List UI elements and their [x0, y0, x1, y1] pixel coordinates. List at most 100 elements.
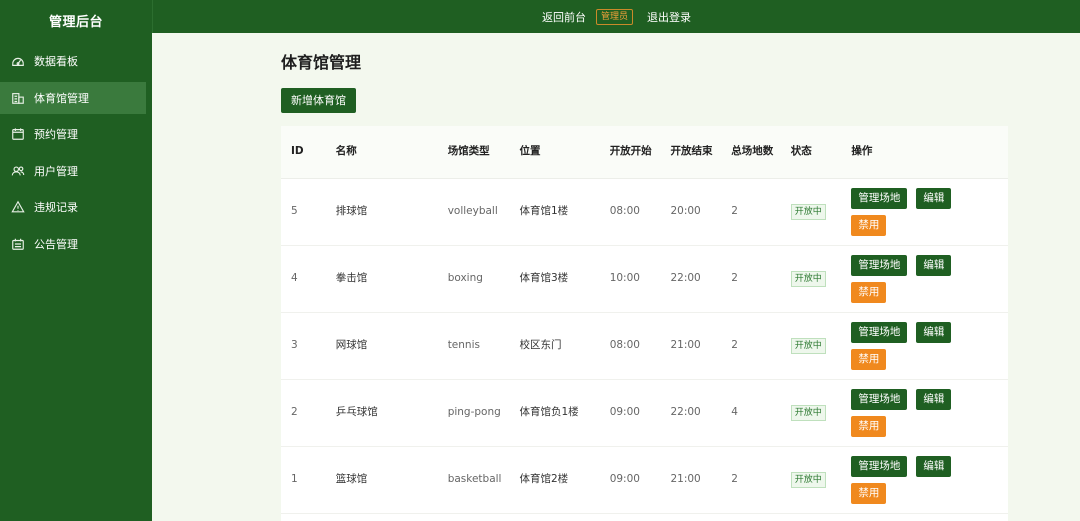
page-title: 体育馆管理 — [281, 53, 362, 72]
sidebar-item-announcements[interactable]: 公告管理 — [0, 228, 146, 260]
cell-id: 1 — [281, 446, 326, 514]
warning-icon — [10, 199, 26, 215]
column-header-location: 位置 — [509, 126, 600, 179]
disable-button[interactable]: 禁用 — [851, 214, 887, 236]
cell-location: 体育馆1楼 — [509, 178, 600, 246]
cell-open-end: 22:00 — [660, 379, 722, 447]
cell-location: 体育馆负1楼 — [509, 379, 600, 447]
disable-button[interactable]: 禁用 — [851, 348, 887, 370]
sidebar-item-label: 违规记录 — [34, 201, 78, 214]
cell-actions: 管理场地 编辑禁用 — [841, 446, 1008, 514]
cell-open-start: 10:00 — [599, 245, 661, 313]
manage-courts-button[interactable]: 管理场地 — [851, 455, 908, 477]
manage-courts-button[interactable]: 管理场地 — [851, 321, 908, 343]
sidebar-menu: 数据看板 体育馆管理 预约管理 用户管理 违规记录 公告管理 — [0, 45, 152, 260]
cell-open-end: 21:00 — [660, 312, 722, 380]
cell-status: 开放中 — [780, 446, 842, 514]
sidebar-item-gym-management[interactable]: 体育馆管理 — [0, 81, 146, 114]
status-badge: 开放中 — [790, 271, 826, 287]
column-header-type: 场馆类型 — [437, 126, 510, 179]
cell-total-courts: 2 — [721, 245, 781, 313]
logout-link[interactable]: 退出登录 — [647, 9, 691, 25]
disable-button[interactable]: 禁用 — [851, 482, 887, 504]
back-to-frontend-link[interactable]: 返回前台 — [542, 9, 586, 25]
table-row: 4 拳击馆 boxing 体育馆3楼 10:00 22:00 2 开放中 管理场地 编辑 禁用 — [281, 245, 1008, 313]
edit-button[interactable]: 编辑 — [916, 455, 952, 477]
edit-button[interactable]: 编辑 — [916, 321, 952, 343]
cell-open-start: 08:00 — [599, 178, 661, 246]
cell-status: 开放中 — [780, 379, 842, 447]
table-body: 5 排球馆 volleyball 体育馆1楼 08:00 20:00 2 开放中 管理场地 编辑禁… — [281, 178, 1008, 514]
sidebar-item-users[interactable]: 用户管理 — [0, 155, 146, 187]
status-badge: 开放中 — [790, 405, 826, 421]
sidebar-item-label: 公告管理 — [34, 237, 78, 251]
row-actions: 管理场地 编辑禁用 — [851, 455, 971, 504]
cell-status: 开放中 — [780, 245, 842, 313]
manage-courts-button[interactable]: 管理场地 — [851, 254, 908, 276]
brand-title: 管理后台 — [48, 14, 103, 30]
row-actions: 管理场地 编辑禁用 — [851, 388, 971, 437]
row-actions: 管理场地 编辑禁用 — [851, 321, 971, 370]
cell-location: 体育馆2楼 — [509, 446, 600, 514]
column-header-actions: 操作 — [841, 126, 1008, 179]
sidebar-item-label: 数据看板 — [34, 55, 78, 68]
cell-total-courts: 2 — [721, 446, 781, 514]
sidebar-item-dashboard[interactable]: 数据看板 — [0, 45, 146, 77]
gym-table: ID 名称 场馆类型 位置 开放开始 开放结束 总场地数 状态 操作 5 排球馆 v… — [281, 126, 1008, 514]
cell-open-end: 20:00 — [660, 178, 722, 246]
cell-location: 体育馆3楼 — [509, 245, 600, 313]
edit-button[interactable]: 编辑 — [916, 254, 952, 276]
table-row: 3 网球馆 tennis 校区东门 08:00 21:00 2 开放中 管理场地 编辑 禁用 — [281, 312, 1008, 380]
column-header-name: 名称 — [325, 126, 438, 179]
cell-name: 篮球馆 — [325, 446, 438, 514]
cell-actions: 管理场地 编辑禁用 — [841, 245, 1008, 313]
cell-type: volleyball — [437, 178, 510, 246]
cell-id: 4 — [281, 245, 326, 313]
gym-table-container: ID 名称 场馆类型 位置 开放开始 开放结束 总场地数 状态 操作 5 排球馆 v… — [281, 126, 1008, 521]
calendar-icon — [10, 126, 26, 142]
column-header-status: 状态 — [780, 126, 842, 179]
row-actions: 管理场地 编辑禁用 — [851, 254, 971, 303]
sidebar-item-violations[interactable]: 违规记录 — [0, 191, 146, 223]
status-badge: 开放中 — [790, 472, 826, 488]
cell-type: boxing — [437, 245, 510, 313]
role-badge: 管理员 — [595, 8, 633, 25]
sidebar-item-reservations[interactable]: 预约管理 — [0, 118, 146, 150]
cell-open-end: 21:00 — [660, 446, 722, 514]
edit-button[interactable]: 编辑 — [916, 388, 952, 410]
sidebar-item-label: 预约管理 — [34, 128, 78, 141]
disable-button[interactable]: 禁用 — [851, 281, 887, 303]
manage-courts-button[interactable]: 管理场地 — [851, 388, 908, 410]
cell-name: 网球馆 — [325, 312, 438, 380]
column-header-id: ID — [281, 126, 326, 179]
dashboard-icon — [10, 53, 26, 69]
top-bar: 返回前台 管理员 退出登录 — [152, 0, 1080, 33]
cell-open-start: 09:00 — [599, 446, 661, 514]
status-badge: 开放中 — [790, 338, 826, 354]
announcement-icon — [10, 236, 26, 252]
edit-button[interactable]: 编辑 — [916, 187, 952, 209]
cell-open-end: 22:00 — [660, 245, 722, 313]
manage-courts-button[interactable]: 管理场地 — [851, 187, 908, 209]
building-icon — [10, 90, 26, 106]
status-badge: 开放中 — [790, 204, 826, 220]
cell-actions: 管理场地 编辑禁用 — [841, 312, 1008, 380]
cell-total-courts: 2 — [721, 312, 781, 380]
sidebar-item-label: 体育馆管理 — [34, 91, 89, 105]
cell-type: ping-pong — [437, 379, 510, 447]
column-header-open-end: 开放结束 — [660, 126, 722, 179]
sidebar: 管理后台 数据看板 体育馆管理 预约管理 用户管理 违规记录 公告管理 — [0, 0, 152, 521]
add-gym-button[interactable]: 新增体育馆 — [281, 88, 356, 113]
cell-open-start: 08:00 — [599, 312, 661, 380]
column-header-total-courts: 总场地数 — [721, 126, 781, 179]
table-row: 5 排球馆 volleyball 体育馆1楼 08:00 20:00 2 开放中 管理场地 编辑禁… — [281, 178, 1008, 246]
cell-total-courts: 4 — [721, 379, 781, 447]
column-header-open-start: 开放开始 — [599, 126, 661, 179]
cell-actions: 管理场地 编辑禁用 — [841, 379, 1008, 447]
disable-button[interactable]: 禁用 — [851, 415, 887, 437]
cell-location: 校区东门 — [509, 312, 600, 380]
cell-id: 2 — [281, 379, 326, 447]
users-icon — [10, 163, 26, 179]
cell-name: 乒乓球馆 — [325, 379, 438, 447]
sidebar-item-label: 用户管理 — [34, 164, 78, 178]
